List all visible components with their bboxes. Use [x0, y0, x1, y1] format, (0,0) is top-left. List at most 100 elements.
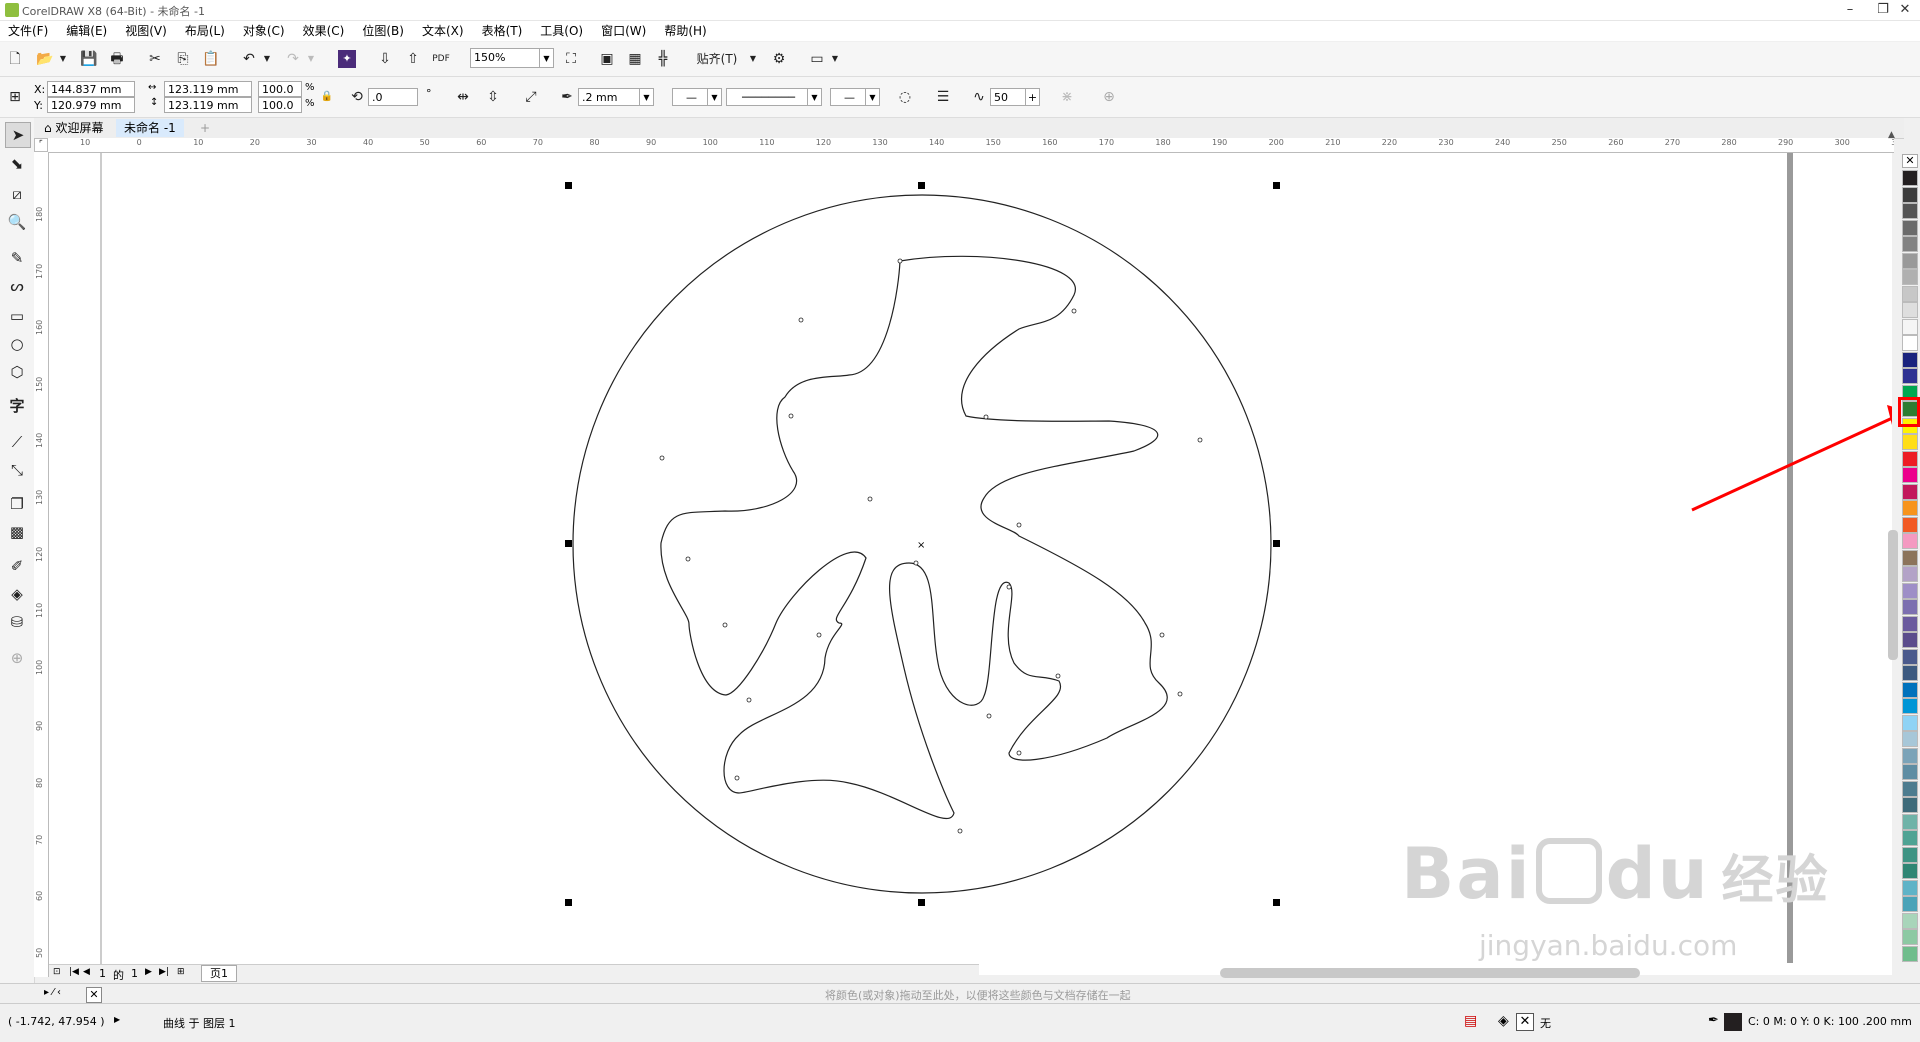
line-style-select[interactable]: ──────── [726, 88, 808, 106]
color-swatch[interactable] [1902, 186, 1918, 203]
launcher-dropdown-icon[interactable]: ▼ [824, 48, 846, 70]
publish-pdf-icon[interactable]: PDF [430, 48, 452, 70]
color-swatch[interactable] [1902, 879, 1918, 896]
smoothing-slider-icon[interactable]: + [1026, 88, 1040, 106]
freeform-curve-shape[interactable] [660, 255, 1168, 820]
parallel-dimension-tool-icon[interactable]: ⟋ [5, 430, 29, 454]
export-icon[interactable]: ⇧ [402, 48, 424, 70]
color-swatch[interactable] [1902, 846, 1918, 863]
copy-icon[interactable]: ⎘ [172, 48, 194, 70]
print-icon[interactable]: 🖶 [106, 48, 128, 70]
color-swatch[interactable] [1902, 681, 1918, 698]
tab-document[interactable]: 未命名 -1 [116, 119, 184, 137]
pick-tool-icon[interactable]: ➤ [5, 122, 31, 148]
color-swatch[interactable] [1902, 335, 1918, 351]
rectangle-tool-icon[interactable]: ▭ [5, 304, 29, 328]
scale-height-input[interactable]: 100.0 [258, 97, 302, 113]
text-tool-icon[interactable]: 字 [5, 394, 29, 418]
text-wrap-icon[interactable]: ☰ [932, 86, 954, 108]
color-swatch[interactable] [1902, 714, 1918, 731]
color-swatch[interactable] [1902, 351, 1918, 368]
ruler-origin-icon[interactable]: ⌜ [34, 138, 48, 152]
quick-customize-icon[interactable]: ⊕ [5, 646, 29, 670]
open-dropdown-icon[interactable]: ▼ [52, 48, 74, 70]
drawing-canvas[interactable]: × Bai du 经验 jingyan.baidu.com [49, 153, 1892, 975]
rotation-angle-input[interactable]: .0 [368, 88, 418, 106]
zoom-dropdown-icon[interactable]: ▼ [540, 48, 554, 68]
outline-pen-status-icon[interactable]: ✒ [1708, 1013, 1719, 1028]
paste-icon[interactable]: 📋 [200, 48, 222, 70]
smoothing-input[interactable]: 50 [990, 88, 1026, 106]
previous-page-button[interactable]: ◀ [83, 967, 90, 977]
color-swatch[interactable] [1902, 813, 1918, 830]
horizontal-ruler[interactable]: 10 0 10 20 30 40 50 60 70 80 90 100 110 120 130 140 150 1… [34, 138, 1894, 153]
color-proof-icon[interactable]: ▤ [1464, 1013, 1477, 1029]
color-swatch[interactable] [1902, 665, 1918, 681]
color-swatch[interactable] [1902, 764, 1918, 780]
color-swatch[interactable] [1902, 615, 1918, 632]
corel-connect-icon[interactable]: ✦ [338, 50, 356, 68]
save-icon[interactable]: 💾 [78, 48, 100, 70]
connector-tool-icon[interactable]: ⤡ [5, 458, 29, 482]
document-no-color-swatch[interactable]: ✕ [86, 987, 102, 1003]
zoom-level-input[interactable]: 150% [470, 48, 540, 68]
color-swatch[interactable] [1902, 896, 1918, 912]
color-swatch[interactable] [1902, 648, 1918, 665]
color-swatch[interactable] [1902, 582, 1918, 599]
ellipse-tool-icon[interactable]: ○ [5, 332, 29, 356]
color-swatch[interactable] [1902, 219, 1918, 236]
add-tab-button[interactable]: + [192, 119, 218, 137]
color-swatch[interactable] [1902, 566, 1918, 582]
start-arrowhead-select[interactable]: — [672, 88, 708, 106]
show-guidelines-icon[interactable]: ╬ [652, 48, 674, 70]
transparency-tool-icon[interactable]: ▩ [5, 520, 29, 544]
menu-layout[interactable]: 布局(L) [179, 21, 231, 41]
color-swatch[interactable] [1902, 929, 1918, 945]
menu-help[interactable]: 帮助(H) [658, 21, 712, 41]
menu-edit[interactable]: 编辑(E) [60, 21, 113, 41]
outline-width-dropdown-icon[interactable]: ▼ [640, 88, 654, 106]
color-swatch[interactable] [1902, 863, 1918, 879]
shape-tool-icon[interactable]: ⬊ [5, 152, 29, 176]
x-position-input[interactable]: 144.837 mm [47, 81, 135, 97]
outline-width-input[interactable]: .2 mm [578, 88, 640, 106]
color-swatch[interactable] [1902, 500, 1918, 516]
last-page-button[interactable]: ▶| [159, 967, 169, 977]
vertical-ruler[interactable]: 180 170 160 150 140 130 120 110 100 90 80 70 60 50 [34, 152, 49, 977]
menu-window[interactable]: 窗口(W) [595, 21, 652, 41]
menu-file[interactable]: 文件(F) [2, 21, 54, 41]
menu-effects[interactable]: 效果(C) [297, 21, 351, 41]
fill-bucket-icon[interactable]: ◈ [1498, 1013, 1509, 1029]
polygon-tool-icon[interactable]: ⬡ [5, 360, 29, 384]
color-swatch[interactable] [1902, 830, 1918, 846]
mirror-horizontal-icon[interactable]: ⇹ [452, 86, 474, 108]
show-rulers-icon[interactable]: ▣ [596, 48, 618, 70]
outline-color-swatch[interactable] [1724, 1013, 1742, 1031]
color-swatch[interactable] [1902, 797, 1918, 813]
menu-table[interactable]: 表格(T) [476, 21, 529, 41]
highlighted-green-swatch[interactable] [1898, 397, 1920, 427]
line-style-dropdown-icon[interactable]: ▼ [808, 88, 822, 106]
first-page-button[interactable]: |◀ [69, 967, 79, 977]
palette-flyout-icon[interactable]: ▸ ⁄ ‹ [44, 987, 61, 998]
drop-shadow-tool-icon[interactable]: ❐ [5, 492, 29, 516]
crop-tool-icon[interactable]: ⧄ [5, 182, 29, 206]
fill-none-swatch[interactable]: ✕ [1516, 1013, 1534, 1031]
import-icon[interactable]: ⇩ [374, 48, 396, 70]
palette-scroll-up-icon[interactable]: ▲ [1888, 130, 1902, 160]
artistic-media-tool-icon[interactable]: ᔕ [5, 274, 29, 298]
y-position-input[interactable]: 120.979 mm [47, 97, 135, 113]
color-swatch[interactable] [1902, 269, 1918, 285]
color-eyedropper-tool-icon[interactable]: ✐ [5, 554, 29, 578]
next-page-button[interactable]: ▶ [145, 967, 152, 977]
smart-fill-tool-icon[interactable]: ⛁ [5, 610, 29, 634]
add-property-icon[interactable]: ⊕ [1098, 86, 1120, 108]
mirror-vertical-icon[interactable]: ⇳ [482, 86, 504, 108]
cut-icon[interactable]: ✂ [144, 48, 166, 70]
color-swatch[interactable] [1902, 945, 1918, 962]
freehand-tool-icon[interactable]: ✎ [5, 246, 29, 270]
end-arrowhead-dropdown-icon[interactable]: ▼ [866, 88, 880, 106]
palette-scrollbar[interactable] [1888, 530, 1898, 660]
width-input[interactable]: 123.119 mm [164, 81, 252, 97]
color-swatch[interactable] [1902, 434, 1918, 450]
